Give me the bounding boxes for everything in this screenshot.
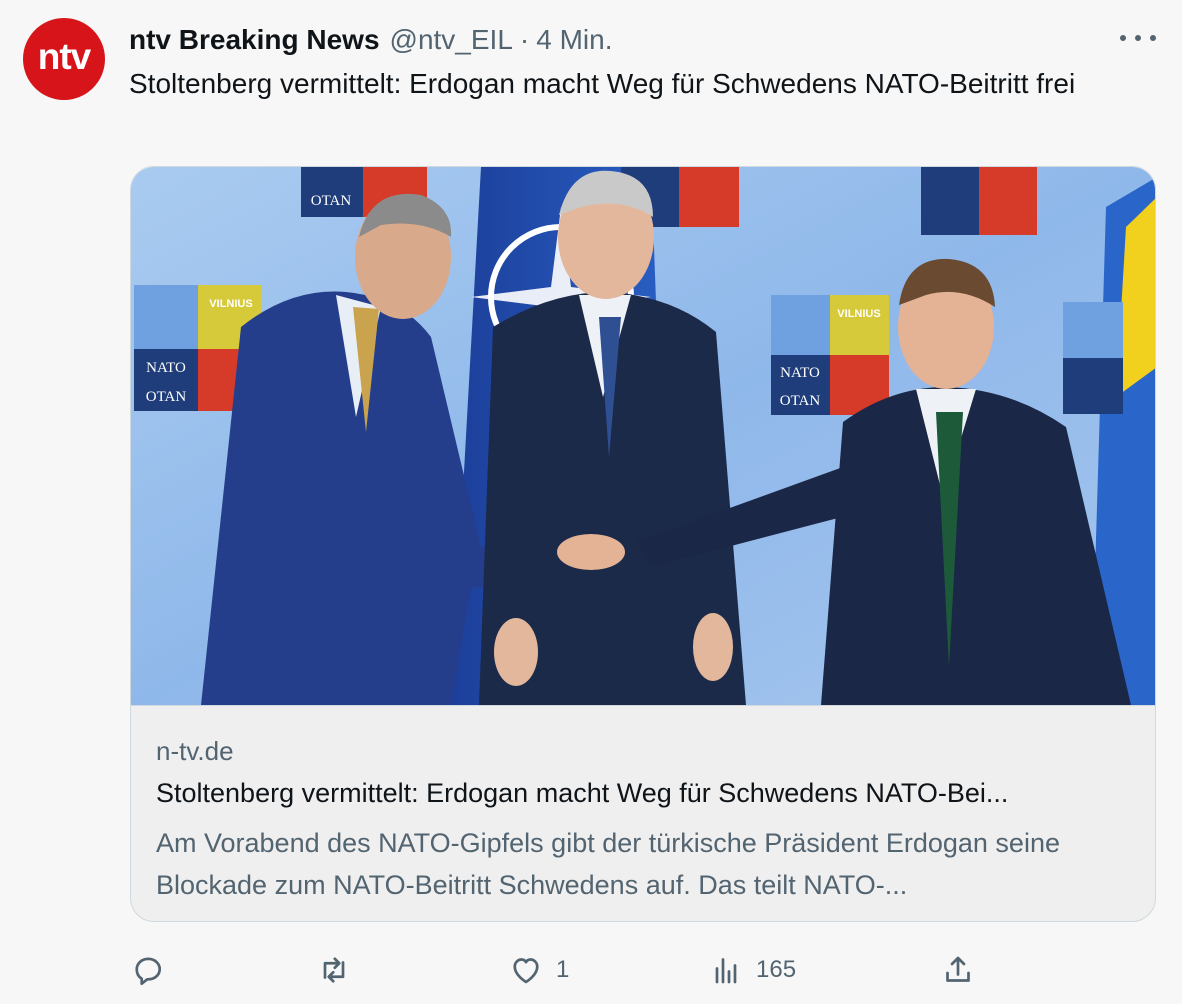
tweet-text: Stoltenberg vermittelt: Erdogan macht We… [129, 68, 1076, 99]
ntv-logo: ntv [37, 36, 91, 77]
card-domain: n-tv.de [156, 736, 234, 766]
link-card[interactable]: OTAN VILNIUS NATO OTAN VILNIUS NATO OTAN… [130, 166, 1156, 922]
user-handle[interactable]: @ntv_EIL [390, 24, 513, 56]
separator: · [519, 24, 530, 55]
action-bar: 1 165 [130, 948, 1130, 992]
svg-text:OTAN: OTAN [311, 193, 352, 209]
svg-text:NATO: NATO [146, 360, 186, 376]
like-count: 1 [556, 956, 570, 983]
svg-text:NATO: NATO [780, 365, 820, 381]
card-info[interactable]: n-tv.de Stoltenberg vermittelt: Erdogan … [131, 705, 1155, 921]
timestamp[interactable]: 4 Min. [536, 24, 612, 56]
retweet-icon [323, 957, 345, 983]
like-button[interactable]: 1 [508, 948, 569, 992]
avatar[interactable]: ntv [23, 18, 105, 100]
card-image[interactable]: OTAN VILNIUS NATO OTAN VILNIUS NATO OTAN [131, 167, 1155, 705]
share-icon [946, 956, 970, 982]
heart-icon [513, 958, 539, 984]
views-button[interactable]: 165 [708, 948, 796, 992]
display-name[interactable]: ntv Breaking News [129, 24, 380, 56]
tweet-header: ntv Breaking News @ntv_EIL · 4 Min. [129, 20, 612, 60]
card-description: Am Vorabend des NATO-Gipfels gibt der tü… [156, 828, 1060, 900]
view-count: 165 [756, 956, 797, 983]
nato-sign [921, 167, 1037, 235]
reply-icon [135, 957, 162, 985]
more-dots-icon [1120, 35, 1126, 41]
nato-sign: VILNIUS NATO OTAN [771, 295, 889, 415]
svg-text:OTAN: OTAN [146, 389, 187, 405]
svg-text:VILNIUS: VILNIUS [837, 308, 880, 320]
more-options-button[interactable] [1120, 26, 1156, 50]
nato-sign [1063, 302, 1123, 414]
svg-text:OTAN: OTAN [780, 393, 821, 409]
reply-button[interactable] [130, 948, 166, 992]
retweet-button[interactable] [316, 948, 352, 992]
svg-text:VILNIUS: VILNIUS [209, 298, 252, 310]
views-chart-icon [715, 958, 737, 984]
card-title: Stoltenberg vermittelt: Erdogan macht We… [156, 778, 1009, 808]
share-button[interactable] [940, 948, 976, 992]
